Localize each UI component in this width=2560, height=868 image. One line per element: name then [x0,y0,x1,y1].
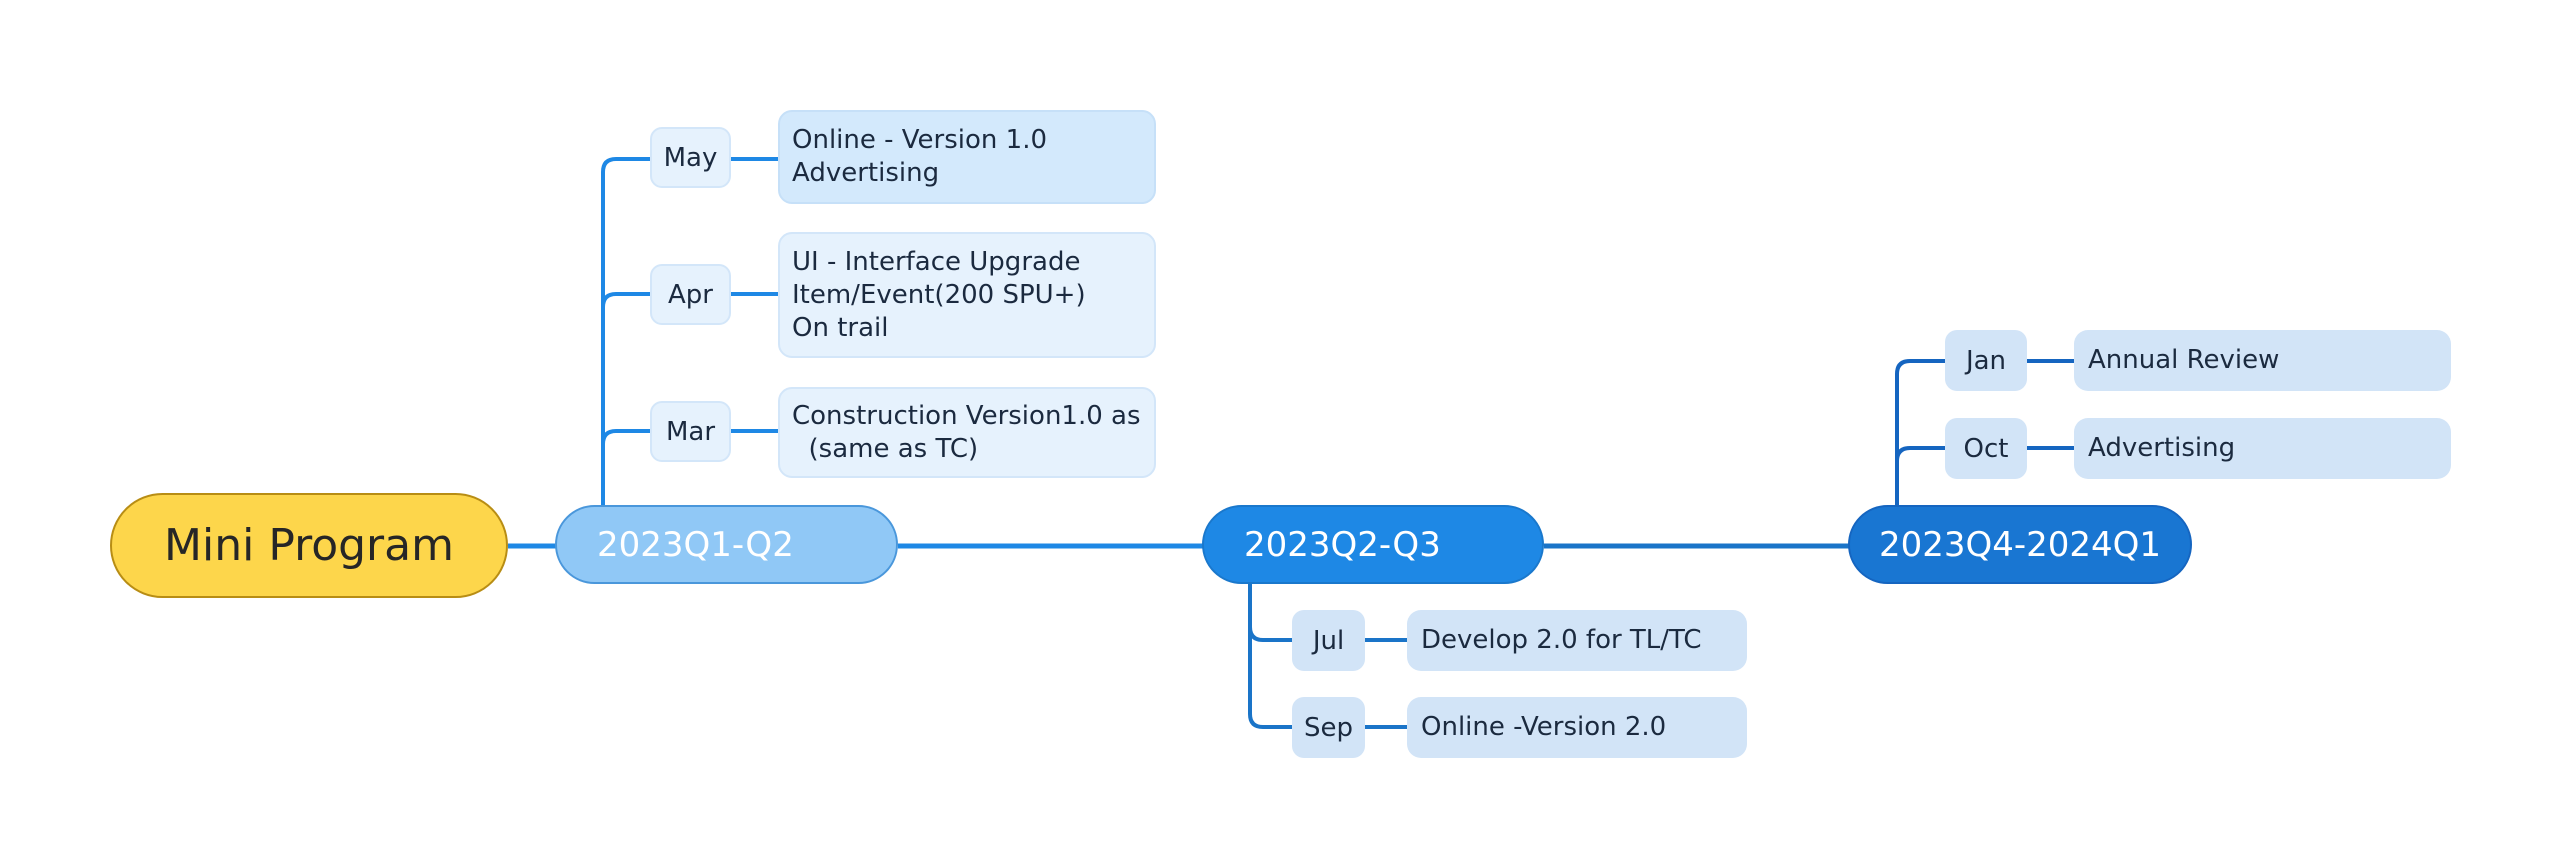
subtopic-oct[interactable]: Oct [1945,418,2027,479]
detail-text: Advertising [2088,433,2236,463]
subtopic-sep[interactable]: Sep [1292,697,1365,758]
connector-q1-may [601,157,651,520]
root-topic[interactable]: Mini Program [110,493,508,598]
month-label: Jan [1965,345,2007,376]
root-topic-label: Mini Program [164,520,454,571]
topic-label: 2023Q2-Q3 [1244,524,1441,565]
connector-q1-mar [601,429,651,445]
subtopic-apr[interactable]: Apr [650,264,731,325]
detail-jan[interactable]: Annual Review [2074,330,2451,391]
detail-sep[interactable]: Online -Version 2.0 [1407,697,1747,758]
topic-2023q2-q3[interactable]: 2023Q2-Q3 [1202,505,1544,584]
month-label: Oct [1963,433,2009,464]
topic-label: 2023Q4-2024Q1 [1878,524,2162,565]
subtopic-mar[interactable]: Mar [650,401,731,462]
detail-text: UI - Interface Upgrade Item/Event(200 SP… [792,246,1086,343]
month-label: May [663,142,718,173]
month-label: Mar [665,416,716,447]
topic-2023q4-2024q1[interactable]: 2023Q4-2024Q1 [1848,505,2192,584]
detail-jul[interactable]: Develop 2.0 for TL/TC [1407,610,1747,671]
subtopic-may[interactable]: May [650,127,731,188]
detail-text: Construction Version1.0 as (same as TC) [792,400,1141,464]
subtopic-jul[interactable]: Jul [1292,610,1365,671]
detail-may[interactable]: Online - Version 1.0 Advertising [778,110,1156,204]
detail-oct[interactable]: Advertising [2074,418,2451,479]
month-label: Jul [1312,625,1345,656]
detail-text: Online - Version 1.0 Advertising [792,125,1047,188]
detail-mar[interactable]: Construction Version1.0 as (same as TC) [778,387,1156,478]
detail-apr[interactable]: UI - Interface Upgrade Item/Event(200 SP… [778,232,1156,358]
subtopic-jan[interactable]: Jan [1945,330,2027,391]
connector-q4-oct [1895,446,1946,462]
detail-text: Develop 2.0 for TL/TC [1421,625,1702,655]
detail-text: Online -Version 2.0 [1421,712,1667,742]
connector-q2-jul [1248,584,1293,642]
connector-q1-apr [601,292,651,308]
month-label: Sep [1303,712,1353,743]
month-label: Apr [668,279,713,310]
topic-2023q1-q2[interactable]: 2023Q1-Q2 [555,505,898,584]
topic-label: 2023Q1-Q2 [597,524,794,565]
detail-text: Annual Review [2088,345,2280,375]
connector-q4-jan [1895,359,1946,506]
